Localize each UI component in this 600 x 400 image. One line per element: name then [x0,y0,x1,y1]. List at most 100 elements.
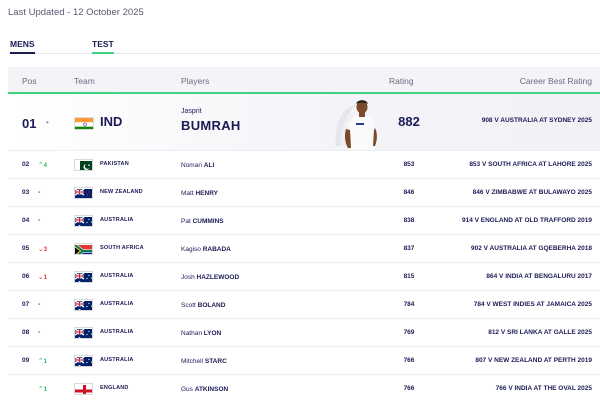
table-row[interactable]: 09 ⌃1 AUSTRALIA Mitchell STARC 766 807 V… [8,347,600,375]
featured-team: IND [100,114,123,129]
tab-mens-underline [10,52,35,54]
header-rating: Rating [389,76,414,86]
header-pos: Pos [22,76,37,86]
row-first-name: Josh [181,274,195,281]
row-last-name: CUMMINS [192,218,224,225]
row-career-best: 766 V INDIA AT THE OVAL 2025 [495,385,592,392]
row-first-name: Gus [181,386,193,393]
flag-australia-icon [74,299,93,311]
row-pos: 03 [22,189,30,196]
flag-pakistan-icon [74,159,93,171]
tab-test[interactable]: TEST [92,39,114,54]
row-player: Noman ALI [181,162,214,169]
row-move: • [38,189,41,196]
row-player: Gus ATKINSON [181,386,228,393]
featured-last-name: BUMRAH [181,118,241,133]
row-team: AUSTRALIA [100,273,134,279]
row-team: SOUTH AFRICA [100,245,144,251]
table-row[interactable]: 05 ⌄3 SOUTH AFRICA Kagiso RABADA 837 902… [8,235,600,263]
table-header: Pos Team Players Rating Career Best Rati… [8,67,600,94]
featured-rating: 882 [398,114,420,129]
row-player: Mitchell STARC [181,358,227,365]
table-row[interactable]: ⌃1 ENGLAND Gus ATKINSON 766 766 V INDIA … [8,375,600,400]
row-career-best: 784 V WEST INDIES AT JAMAICA 2025 [473,301,592,308]
row-team: AUSTRALIA [100,301,134,307]
row-first-name: Matt [181,190,194,197]
ranking-tabs: MENS TEST [8,38,600,54]
row-career-best: 864 V INDIA AT BENGALURU 2017 [486,273,592,280]
featured-first-name: Jasprit [181,108,202,115]
featured-move: • [46,118,49,127]
row-team: PAKISTAN [100,161,129,167]
row-team: NEW ZEALAND [100,189,143,195]
row-rating: 846 [403,189,415,196]
row-rating: 766 [403,385,415,392]
table-row[interactable]: 04 • AUSTRALIA Pat CUMMINS 838 914 V ENG… [8,207,600,235]
row-player: Pat CUMMINS [181,218,224,225]
row-pos: 07 [22,301,30,308]
row-player: Scott BOLAND [181,302,225,309]
flag-new-zealand-icon [74,187,93,199]
row-team: AUSTRALIA [100,357,134,363]
row-rating: 769 [403,329,415,336]
table-row[interactable]: 06 ⌄1 AUSTRALIA Josh HAZLEWOOD 815 864 V… [8,263,600,291]
row-move: ⌄3 [38,246,48,253]
row-player: Nathan LYON [181,330,221,337]
player-photo-icon [326,96,381,150]
row-pos: 08 [22,329,30,336]
row-pos: 02 [22,161,30,168]
row-team: AUSTRALIA [100,217,134,223]
row-first-name: Pat [181,218,191,225]
row-last-name: RABADA [202,246,231,253]
featured-row[interactable]: 01 • IND Jasprit BUMRAH 882 908 V AUSTRA… [8,94,600,151]
row-career-best: 853 V SOUTH AFRICA AT LAHORE 2025 [469,161,592,168]
row-rating: 838 [403,217,415,224]
header-players: Players [181,76,210,86]
header-team: Team [74,76,95,86]
row-move: ⌄1 [38,274,48,281]
flag-australia-icon [74,355,93,367]
row-last-name: BOLAND [197,302,226,309]
featured-career-best: 908 V AUSTRALIA AT SYDNEY 2025 [481,117,592,124]
row-first-name: Kagiso [181,246,201,253]
row-player: Kagiso RABADA [181,246,231,253]
table-row[interactable]: 08 • AUSTRALIA Nathan LYON 769 812 V SRI… [8,319,600,347]
row-rating: 815 [403,273,415,280]
row-pos: 04 [22,217,30,224]
row-last-name: HENRY [195,190,218,197]
flag-south-africa-icon [74,243,93,255]
row-career-best: 902 V AUSTRALIA AT GQEBERHA 2018 [471,245,592,252]
row-move: • [38,301,41,308]
row-last-name: ATKINSON [194,386,229,393]
header-career-best: Career Best Rating [519,76,592,86]
row-last-name: LYON [203,330,222,337]
flag-australia-icon [74,215,93,227]
row-move: ⌃4 [38,162,48,169]
flag-india-icon [74,117,94,130]
tab-mens-label: MENS [10,39,35,49]
row-last-name: STARC [204,358,227,365]
row-career-best: 846 V ZIMBABWE AT BULAWAYO 2025 [472,189,592,196]
row-pos: 06 [22,273,30,280]
flag-australia-icon [74,327,93,339]
row-career-best: 812 V SRI LANKA AT GALLE 2025 [488,329,592,336]
table-row[interactable]: 07 • AUSTRALIA Scott BOLAND 784 784 V WE… [8,291,600,319]
row-team: ENGLAND [100,385,129,391]
row-move: • [38,217,41,224]
row-player: Matt HENRY [181,190,218,197]
tab-mens[interactable]: MENS [10,39,35,54]
row-move: ⌃1 [38,358,48,365]
row-last-name: HAZLEWOOD [196,274,240,281]
row-pos: 09 [22,357,30,364]
table-row[interactable]: 02 ⌃4 PAKISTAN Noman ALI 853 853 V SOUTH… [8,151,600,179]
row-move: ⌃1 [38,386,48,393]
row-rating: 766 [403,357,415,364]
row-pos: 05 [22,245,30,252]
row-rating: 853 [403,161,415,168]
table-row[interactable]: 03 • NEW ZEALAND Matt HENRY 846 846 V ZI… [8,179,600,207]
row-career-best: 807 V NEW ZEALAND AT PERTH 2019 [475,357,592,364]
flag-australia-icon [74,271,93,283]
row-team: AUSTRALIA [100,329,134,335]
tab-test-underline [92,52,114,54]
row-rating: 784 [403,301,415,308]
